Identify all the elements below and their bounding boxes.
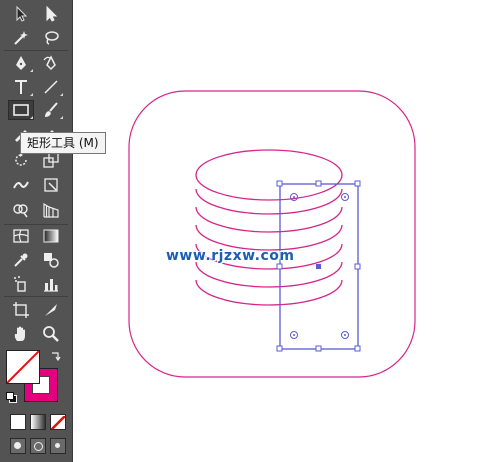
perspective-grid-tool[interactable] bbox=[38, 200, 64, 220]
selection-arrow-icon bbox=[16, 5, 28, 22]
handle-top-left[interactable] bbox=[276, 180, 283, 187]
tool-tooltip: 矩形工具 (M) bbox=[20, 132, 106, 154]
handle-bottom-center[interactable] bbox=[315, 345, 322, 352]
draw-behind-icon[interactable] bbox=[30, 438, 46, 454]
pen-tool[interactable] bbox=[8, 53, 34, 73]
coin-layer-3[interactable] bbox=[195, 224, 343, 251]
app-icon-rounded-square[interactable] bbox=[128, 90, 416, 378]
width-tool[interactable] bbox=[8, 175, 34, 195]
draw-inside-icon[interactable] bbox=[50, 438, 66, 454]
symbol-sprayer-icon bbox=[14, 276, 26, 292]
color-mode-button[interactable] bbox=[10, 414, 26, 430]
direct-selection-tool[interactable] bbox=[38, 4, 64, 24]
blend-tool[interactable] bbox=[38, 250, 64, 270]
eyedropper-tool[interactable] bbox=[8, 250, 34, 270]
hand-tool[interactable] bbox=[8, 324, 34, 344]
coin-top-ellipse[interactable] bbox=[195, 149, 343, 201]
artboard-icon bbox=[13, 302, 29, 318]
column-graph-tool[interactable] bbox=[38, 274, 64, 294]
perspective-grid-icon bbox=[43, 202, 59, 218]
draw-normal-icon[interactable] bbox=[10, 438, 26, 454]
default-fill-stroke-icon[interactable] bbox=[6, 392, 17, 403]
paintbrush-icon bbox=[45, 102, 58, 117]
magic-wand-tool[interactable] bbox=[8, 28, 34, 48]
line-segment-tool[interactable] bbox=[38, 77, 64, 97]
coin-layer-2[interactable] bbox=[195, 206, 343, 233]
mesh-tool[interactable] bbox=[8, 226, 34, 246]
gradient-mode-button[interactable] bbox=[30, 414, 46, 430]
paintbrush-tool[interactable] bbox=[38, 100, 64, 120]
selected-rectangle[interactable] bbox=[276, 180, 361, 352]
free-transform-icon bbox=[44, 178, 58, 192]
zoom-magnifier-icon bbox=[43, 326, 59, 342]
handle-top-right[interactable] bbox=[354, 180, 361, 187]
zoom-tool[interactable] bbox=[38, 324, 64, 344]
shape-builder-icon bbox=[13, 204, 28, 218]
artboard-tool[interactable] bbox=[8, 300, 34, 320]
gradient-tool[interactable] bbox=[38, 226, 64, 246]
coin-layer-6[interactable] bbox=[195, 279, 343, 306]
width-icon bbox=[13, 181, 29, 189]
none-slash-icon bbox=[51, 415, 65, 429]
blend-icon bbox=[44, 253, 59, 268]
slice-tool[interactable] bbox=[38, 300, 64, 320]
magic-wand-icon bbox=[14, 31, 28, 45]
free-transform-tool[interactable] bbox=[38, 175, 64, 195]
slice-knife-icon bbox=[45, 304, 57, 316]
pen-nib-icon bbox=[16, 56, 26, 70]
none-fill-slash-icon bbox=[7, 351, 39, 383]
rectangle-tool[interactable] bbox=[8, 100, 34, 120]
fill-swatch[interactable] bbox=[6, 350, 40, 384]
lasso-tool[interactable] bbox=[38, 28, 64, 48]
none-mode-button[interactable] bbox=[50, 414, 66, 430]
type-t-icon bbox=[15, 80, 27, 94]
shape-builder-tool[interactable] bbox=[8, 200, 34, 220]
selection-tool[interactable] bbox=[8, 4, 34, 24]
eyedropper-icon bbox=[14, 253, 28, 267]
artboard-canvas[interactable] bbox=[73, 0, 478, 462]
handle-bottom-left[interactable] bbox=[276, 345, 283, 352]
watermark-text: www.rjzxw.com bbox=[166, 248, 295, 264]
handle-middle-right[interactable] bbox=[354, 263, 361, 270]
curvature-tool[interactable] bbox=[38, 53, 64, 73]
mesh-icon bbox=[13, 229, 29, 243]
handle-bottom-right[interactable] bbox=[354, 345, 361, 352]
rectangle-icon bbox=[13, 104, 29, 116]
curvature-pen-icon bbox=[43, 55, 56, 71]
line-segment-icon bbox=[44, 80, 58, 94]
lasso-icon bbox=[45, 31, 59, 45]
hand-icon bbox=[14, 326, 25, 341]
tools-panel bbox=[0, 0, 73, 462]
type-tool[interactable] bbox=[8, 77, 34, 97]
symbol-sprayer-tool[interactable] bbox=[8, 274, 34, 294]
swap-fill-stroke-icon[interactable] bbox=[50, 350, 62, 362]
handle-top-center[interactable] bbox=[315, 180, 322, 187]
direct-selection-arrow-icon bbox=[46, 5, 58, 22]
handle-middle-left[interactable] bbox=[276, 263, 283, 270]
coin-stack-group[interactable] bbox=[195, 149, 343, 306]
gradient-icon bbox=[43, 229, 59, 243]
center-point bbox=[316, 264, 321, 269]
column-graph-icon bbox=[44, 279, 58, 292]
